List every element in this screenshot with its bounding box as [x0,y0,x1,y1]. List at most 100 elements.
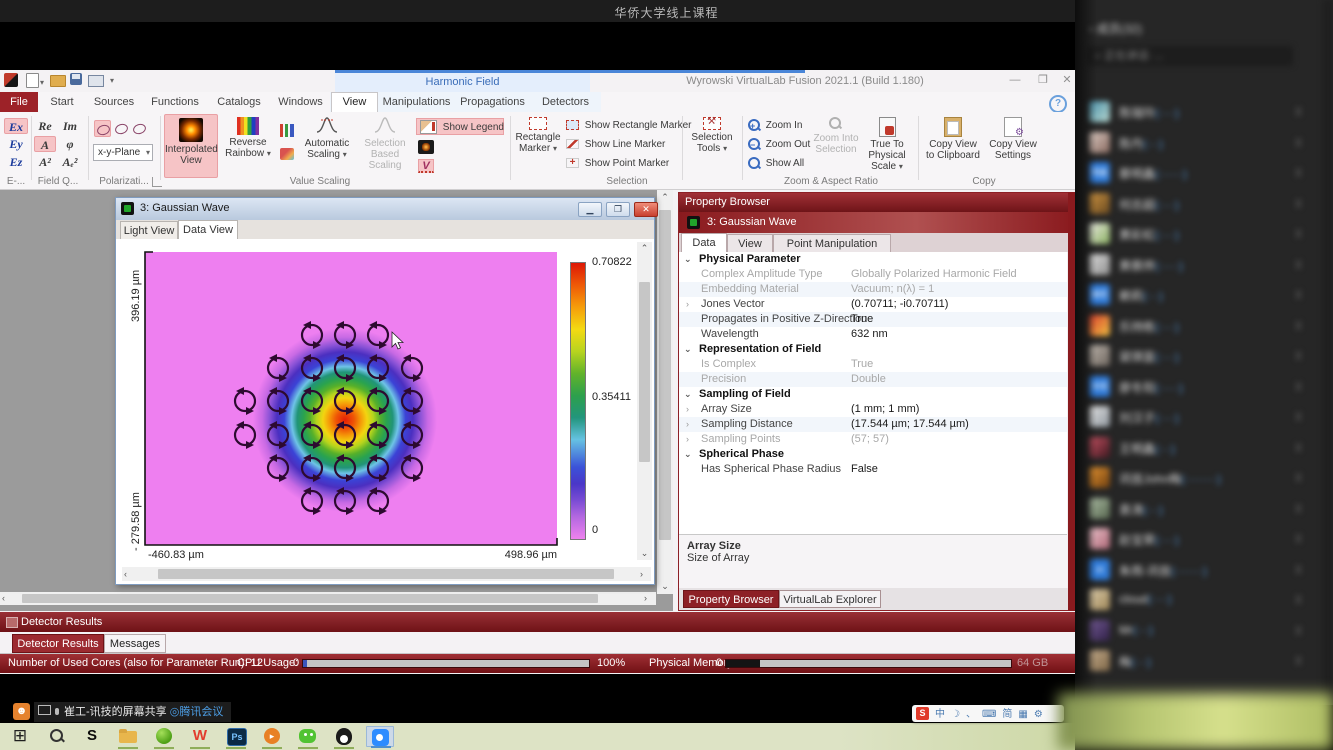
member-item[interactable]: 黄彩虹(····) [1075,219,1325,249]
member-item[interactable]: 陈丹(···) [1075,128,1325,158]
ex-button[interactable]: Ex [4,118,28,134]
tab-virtuallab-explorer[interactable]: VirtualLab Explorer [779,590,881,608]
zoom-in-button[interactable]: + Zoom In [748,117,802,134]
sidebar-scroll-area[interactable] [1323,0,1333,705]
interpolated-view-button[interactable]: Interpolated View [164,114,218,178]
member-item[interactable]: 梅(···) [1075,646,1325,676]
scaling-brush-icon[interactable] [280,148,294,160]
property-row[interactable]: Wavelength632 nm [679,327,1067,342]
restore-button[interactable]: ❐ [1031,73,1055,88]
imaginary-part-button[interactable]: Im [58,118,82,134]
polarization-ellipse-icon[interactable] [94,120,111,137]
scroll-left-icon[interactable]: ‹ [2,592,5,604]
scroll-down-icon[interactable]: ⌄ [657,580,673,592]
member-item[interactable]: 赖莉赖莉(···) [1075,280,1325,310]
member-item[interactable]: 袁涛(···) [1075,494,1325,524]
dark-view-icon[interactable] [418,140,434,154]
ime-icon[interactable]: ⌨ [982,709,996,720]
scroll-up-icon[interactable]: ⌃ [637,242,652,254]
property-panel-scrollbar[interactable] [1068,192,1075,611]
member-item[interactable]: 王明鑫(···) [1075,433,1325,463]
wps-office[interactable]: W [186,726,214,747]
doc-vertical-scrollbar[interactable]: ⌃ ⌄ [637,242,652,560]
tab-detector-results[interactable]: Detector Results [12,634,104,653]
field-formula-icon[interactable]: V [418,159,434,173]
ey-button[interactable]: Ey [4,136,28,152]
automatic-scaling-button[interactable]: Automatic Scaling ▾ [300,114,354,178]
ime-icon[interactable]: 、 [966,709,976,720]
member-item[interactable]: 讯技John梅(········) [1075,463,1325,493]
copy-view-settings-button[interactable]: Copy View Settings [984,114,1042,178]
member-item[interactable]: 赵宝荣(····) [1075,524,1325,554]
ribbon-tab-propagations[interactable]: Propagations [455,92,530,112]
ez-button[interactable]: Ez [4,154,28,170]
property-grid[interactable]: ⌄Physical ParameterComplex Amplitude Typ… [679,252,1067,534]
mdi-horizontal-scrollbar[interactable]: ‹ › [0,592,656,605]
ime-icon[interactable]: ☽ [951,709,960,720]
amplitude-squared-button[interactable]: A² [34,154,56,170]
ribbon-tab-view[interactable]: View [331,92,378,112]
property-row[interactable]: ›Sampling Distance(17.544 µm; 17.544 µm) [679,417,1067,432]
property-row[interactable]: ⌄Spherical Phase [679,447,1067,462]
share-notice-pill[interactable]: 崔工-讯技的屏幕共享 ◎腾讯会议 [34,702,231,722]
member-item[interactable]: Mr(···) [1075,616,1325,646]
polarization-ellipse3-icon[interactable] [131,120,148,137]
document-titlebar[interactable]: 3: Gaussian Wave ▁ ❐ ✕ [116,198,654,220]
member-item[interactable]: 黄蔡烨(·····) [1075,250,1325,280]
property-row[interactable]: ⌄Sampling of Field [679,387,1067,402]
member-item[interactable]: 陈瑞玲(····) [1075,97,1325,127]
tencent-meeting[interactable] [366,726,394,747]
new-dropdown-icon[interactable]: ▾ [40,78,44,87]
member-item[interactable]: ok朱雨-讯技(·······) [1075,555,1325,585]
start-button[interactable]: ⊞ [6,726,34,747]
new-document-icon[interactable] [26,73,39,88]
tab-data[interactable]: Data [681,233,727,252]
show-point-marker-button[interactable]: + Show Point Marker [566,155,669,172]
member-search-input[interactable]: ⌕ 正在讲话: ... [1087,46,1293,66]
scroll-right-icon[interactable]: › [644,592,647,604]
ime-icon[interactable]: ▦ [1018,709,1027,720]
member-item[interactable]: 明鑫蔡明鑫(······) [1075,158,1325,188]
tab-view[interactable]: View [727,234,773,252]
mdi-vertical-scrollbar[interactable]: ⌃ ⌄ [657,190,673,594]
property-row[interactable]: Has Spherical Phase RadiusFalse [679,462,1067,477]
titlebar[interactable]: ▾ ▾ Harmonic Field Wyrowski VirtualLab F… [0,70,1075,92]
property-browser-title[interactable]: Property Browser [679,193,1074,212]
phase-button[interactable]: φ [58,136,82,152]
show-legend-button[interactable]: Show Legend [416,118,504,135]
doc-close-button[interactable]: ✕ [634,202,658,217]
ime-icon[interactable]: 简 [1002,709,1012,720]
scroll-right-icon[interactable]: › [640,568,643,580]
ribbon-tab-manipulations[interactable]: Manipulations [378,92,455,112]
ribbon-tab-start[interactable]: Start [38,92,86,112]
reverse-rainbow-button[interactable]: Reverse Rainbow ▾ [222,114,274,178]
minimize-button[interactable]: — [1003,73,1027,88]
qq[interactable] [330,726,358,747]
zoom-out-button[interactable]: − Zoom Out [748,136,810,153]
ribbon-tab-sources[interactable]: Sources [86,92,142,112]
tab-property-browser[interactable]: Property Browser [683,590,779,608]
ribbon-tab-windows[interactable]: Windows [270,92,331,112]
ribbon-tab-functions[interactable]: Functions [142,92,208,112]
qat-customize-icon[interactable]: ▾ [110,76,114,85]
help-icon[interactable]: ? [1049,95,1067,113]
ribbon-tab-catalogs[interactable]: Catalogs [208,92,270,112]
rectangle-marker-button[interactable]: Rectangle Marker ▾ [514,114,562,178]
tab-data-view[interactable]: Data View [178,220,238,239]
property-row[interactable]: Embedding MaterialVacuum; n(λ) = 1 [679,282,1067,297]
open-icon[interactable] [50,75,66,87]
show-rectangle-marker-button[interactable]: Show Rectangle Marker [566,117,692,134]
file-explorer[interactable] [114,726,142,747]
sogou-logo-icon[interactable]: S [916,707,929,720]
ime-icon[interactable]: ⚙ [1034,709,1043,720]
member-item[interactable]: 何志超(····) [1075,189,1325,219]
property-row[interactable]: ›Sampling Points(57; 57) [679,432,1067,447]
save-icon[interactable] [70,73,82,85]
browser-app[interactable] [150,726,178,747]
polarization-plane-select[interactable]: x-y-Plane▾ [93,144,153,161]
real-part-button[interactable]: Re [34,118,56,134]
scroll-up-icon[interactable]: ⌃ [657,191,673,203]
doc-minimize-button[interactable]: ▁ [578,202,602,217]
true-to-physical-scale-button[interactable]: True To Physical Scale ▾ [862,114,912,178]
wechat[interactable] [294,726,322,747]
